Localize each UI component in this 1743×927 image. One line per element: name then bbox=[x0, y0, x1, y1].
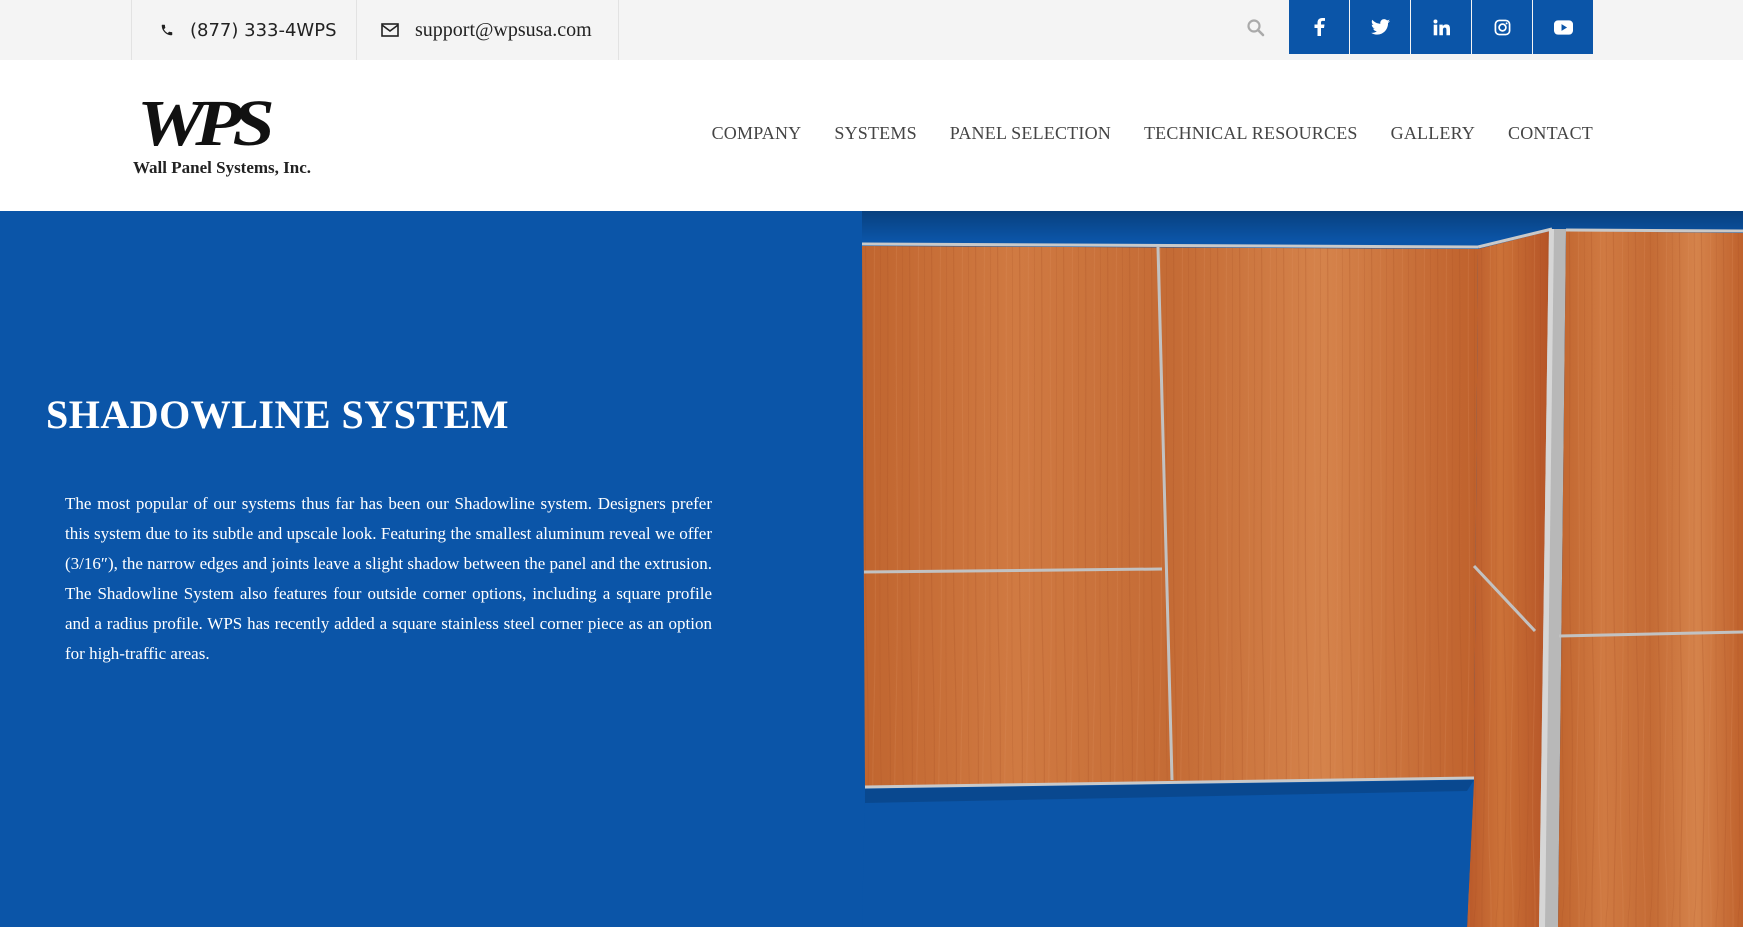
youtube-link[interactable] bbox=[1533, 0, 1593, 54]
nav-company[interactable]: COMPANY bbox=[712, 123, 802, 144]
envelope-icon bbox=[381, 23, 399, 37]
hero-title: SHADOWLINE SYSTEM bbox=[46, 392, 510, 437]
search-icon bbox=[1247, 19, 1265, 37]
phone-link[interactable]: (877) 333-4WPS bbox=[131, 0, 357, 60]
twitter-icon bbox=[1370, 19, 1390, 35]
logo-tagline: Wall Panel Systems, Inc. bbox=[133, 158, 312, 177]
search-button[interactable] bbox=[1246, 18, 1268, 40]
hero-description: The most popular of our systems thus far… bbox=[65, 494, 712, 663]
logo[interactable]: WPS Wall Panel Systems, Inc. bbox=[133, 88, 333, 188]
instagram-link[interactable] bbox=[1472, 0, 1532, 54]
facebook-icon bbox=[1314, 18, 1325, 36]
twitter-link[interactable] bbox=[1350, 0, 1410, 54]
hero-section: SHADOWLINE SYSTEM The most popular of ou… bbox=[0, 211, 1743, 927]
instagram-icon bbox=[1494, 19, 1510, 35]
top-bar: (877) 333-4WPS support@wpsusa.com bbox=[0, 0, 1743, 60]
nav-systems[interactable]: SYSTEMS bbox=[834, 123, 916, 144]
nav-gallery[interactable]: GALLERY bbox=[1391, 123, 1475, 144]
facebook-link[interactable] bbox=[1289, 0, 1349, 54]
wood-panel-image bbox=[862, 211, 1743, 927]
nav-panel-selection[interactable]: PANEL SELECTION bbox=[950, 123, 1111, 144]
phone-number: (877) 333-4WPS bbox=[190, 19, 337, 41]
logo-mark: WPS bbox=[137, 87, 275, 160]
nav-technical-resources[interactable]: TECHNICAL RESOURCES bbox=[1144, 123, 1358, 144]
youtube-icon bbox=[1553, 19, 1573, 35]
email-address: support@wpsusa.com bbox=[415, 18, 592, 41]
phone-icon bbox=[161, 24, 173, 36]
linkedin-link[interactable] bbox=[1411, 0, 1471, 54]
site-header: WPS Wall Panel Systems, Inc. COMPANY SYS… bbox=[0, 60, 1743, 211]
email-link[interactable]: support@wpsusa.com bbox=[357, 0, 619, 60]
main-nav: COMPANY SYSTEMS PANEL SELECTION TECHNICA… bbox=[679, 123, 1593, 144]
nav-contact[interactable]: CONTACT bbox=[1508, 123, 1593, 144]
linkedin-icon bbox=[1432, 18, 1450, 35]
social-links bbox=[1289, 0, 1594, 54]
